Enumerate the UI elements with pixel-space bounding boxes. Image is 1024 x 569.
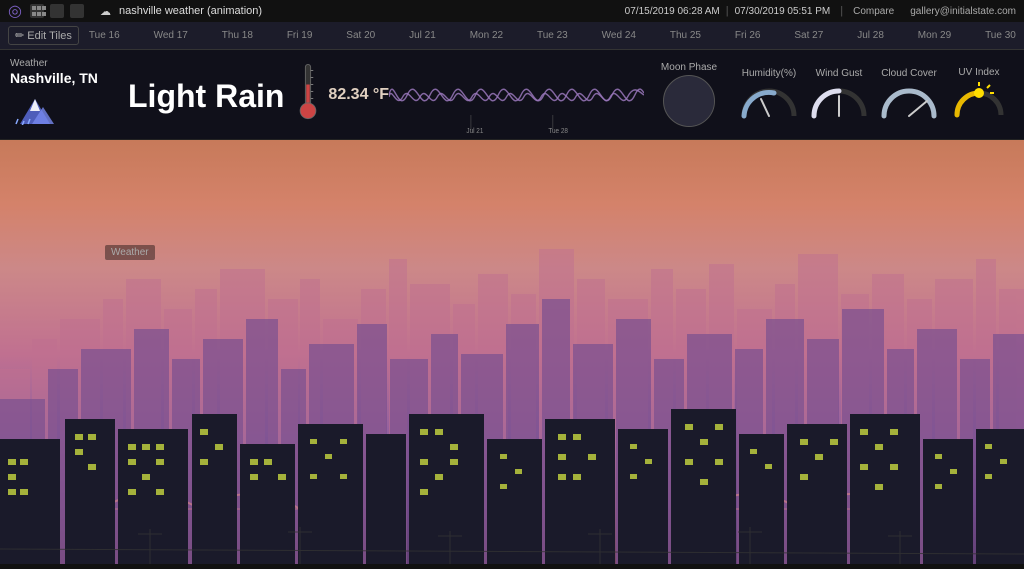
timeline-date: Fri 26 bbox=[735, 30, 761, 41]
title-cloud-icon: ☁ bbox=[100, 5, 111, 18]
separator: | bbox=[840, 5, 843, 17]
location-name: Nashville, TN bbox=[10, 71, 98, 85]
svg-text:Tue 28: Tue 28 bbox=[548, 127, 568, 134]
timeline-date: Tue 30 bbox=[985, 30, 1016, 41]
wave-chart: .wave-line { fill: none; stroke: #9977bb… bbox=[389, 55, 644, 135]
moon-phase-icon bbox=[663, 75, 715, 127]
wind-gust-label: Wind Gust bbox=[816, 68, 863, 79]
timeline-date: Fri 19 bbox=[287, 30, 313, 41]
background-buildings bbox=[0, 219, 1024, 569]
date-separator: | bbox=[726, 5, 729, 17]
timeline-date: Sat 27 bbox=[794, 30, 823, 41]
timeline-date: Thu 18 bbox=[222, 30, 253, 41]
edit-tiles-button[interactable]: ✏ Edit Tiles bbox=[8, 26, 79, 45]
cloud-cover-label: Cloud Cover bbox=[881, 68, 937, 79]
moon-label: Moon Phase bbox=[661, 62, 717, 73]
thermometer-icon bbox=[292, 60, 324, 130]
cloud-cover-gauge bbox=[879, 81, 939, 121]
weather-mountain-icon bbox=[10, 89, 60, 132]
timeline-date: Tue 23 bbox=[537, 30, 568, 41]
uv-index-block: UV Index bbox=[944, 67, 1014, 122]
timeline-date: Sat 20 bbox=[346, 30, 375, 41]
view-icon[interactable] bbox=[50, 4, 64, 18]
wind-gust-gauge bbox=[809, 81, 869, 121]
timeline-date: Jul 28 bbox=[857, 30, 884, 41]
app-logo: ◎ bbox=[8, 1, 22, 21]
condition-block: Light Rain bbox=[120, 78, 292, 112]
top-icons bbox=[30, 4, 84, 18]
timeline-bar: ✏ Edit Tiles Tue 16 Wed 17 Thu 18 Fri 19 Sat… bbox=[0, 22, 1024, 50]
menu-icon[interactable] bbox=[70, 4, 84, 18]
uv-gauge bbox=[954, 80, 1004, 122]
timeline-date: Jul 21 bbox=[409, 30, 436, 41]
timeline-date: Mon 29 bbox=[918, 30, 951, 41]
widget-strip: Weather Nashville, TN Light Rain bbox=[0, 50, 1024, 140]
cityscape: Weather bbox=[0, 140, 1024, 569]
humidity-label: Humidity(%) bbox=[742, 68, 796, 79]
timeline-date: Tue 16 bbox=[89, 30, 120, 41]
date-start: 07/15/2019 06:28 AM bbox=[625, 6, 720, 17]
timeline-date: Wed 24 bbox=[602, 30, 636, 41]
weather-overlay-label: Weather bbox=[105, 245, 155, 260]
top-bar: ◎ ☁ nashville weather (animation) 07/15/… bbox=[0, 0, 1024, 22]
gallery-label: gallery@initialstate.com bbox=[910, 6, 1016, 17]
moon-phase-block: Moon Phase bbox=[644, 62, 734, 127]
top-bar-left: ◎ ☁ nashville weather (animation) bbox=[8, 1, 262, 21]
timeline-dates: Tue 16 Wed 17 Thu 18 Fri 19 Sat 20 Jul 21 Mon … bbox=[89, 30, 1016, 41]
condition-text: Light Rain bbox=[128, 80, 284, 112]
temperature-block: 82.34 °F bbox=[292, 60, 389, 130]
page-title: nashville weather (animation) bbox=[119, 5, 262, 17]
timeline-date: Wed 17 bbox=[154, 30, 188, 41]
location-block: Weather Nashville, TN bbox=[10, 58, 120, 132]
compare-label[interactable]: Compare bbox=[853, 6, 894, 17]
uv-label: UV Index bbox=[958, 67, 999, 78]
humidity-block: Humidity(%) bbox=[734, 68, 804, 121]
layout-icon[interactable] bbox=[30, 4, 44, 18]
svg-text:Jul 21: Jul 21 bbox=[466, 127, 483, 134]
temperature-value: 82.34 °F bbox=[328, 86, 389, 104]
date-end: 07/30/2019 05:51 PM bbox=[735, 6, 831, 17]
humidity-gauge bbox=[739, 81, 799, 121]
top-bar-right: 07/15/2019 06:28 AM | 07/30/2019 05:51 P… bbox=[625, 5, 1016, 17]
cloud-cover-block: Cloud Cover bbox=[874, 68, 944, 121]
wind-gust-block: Wind Gust bbox=[804, 68, 874, 121]
timeline-date: Thu 25 bbox=[670, 30, 701, 41]
timeline-date: Mon 22 bbox=[470, 30, 503, 41]
location-label: Weather bbox=[10, 58, 48, 69]
